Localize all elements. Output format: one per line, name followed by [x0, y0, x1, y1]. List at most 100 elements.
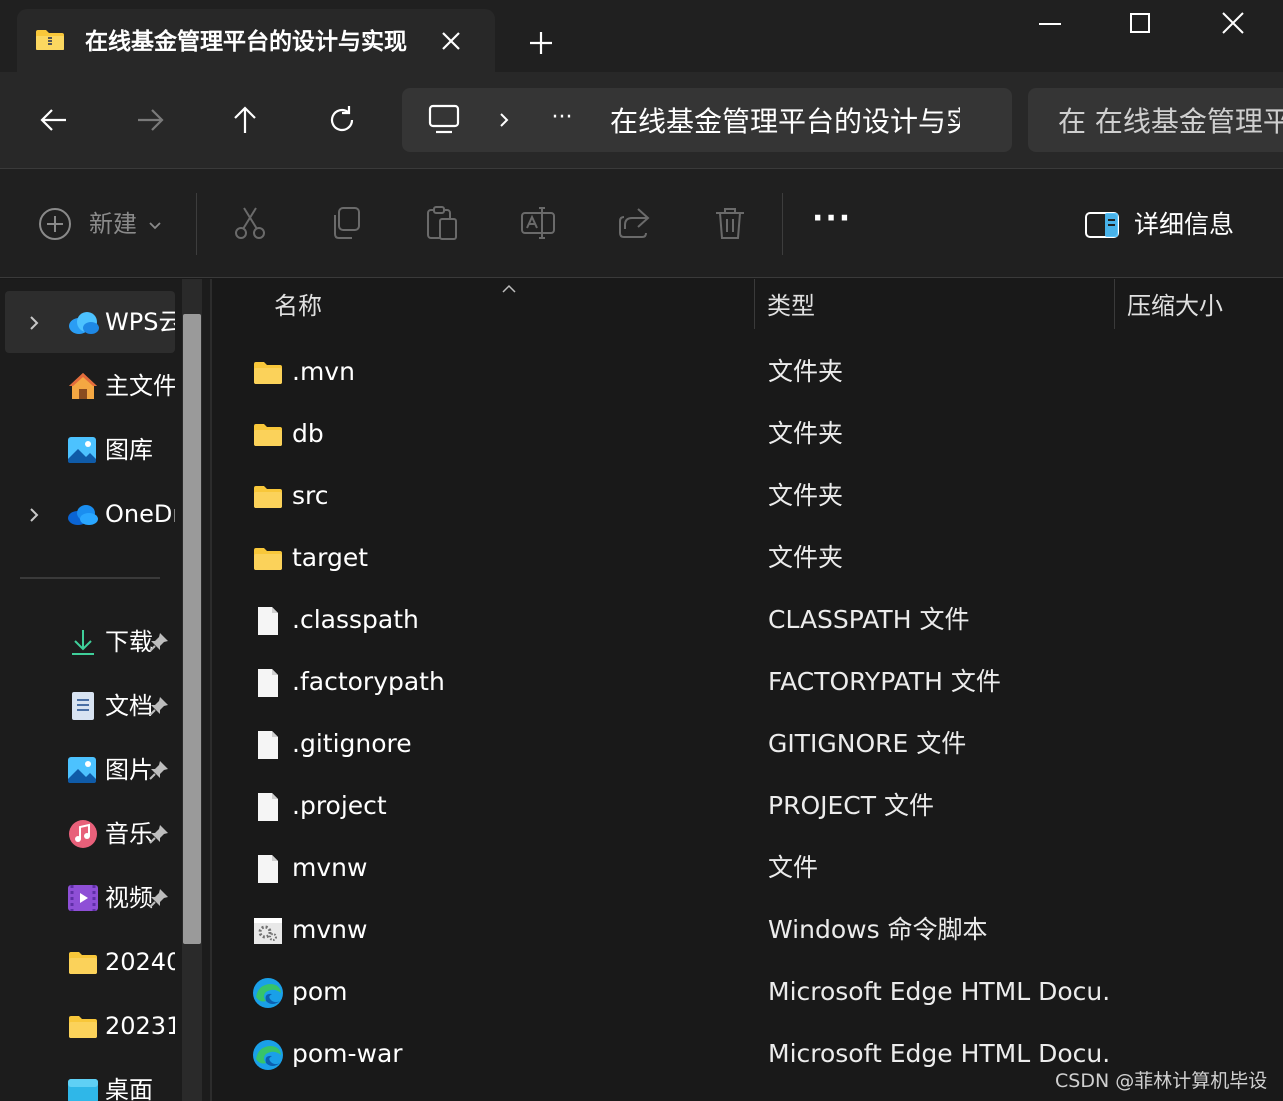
- sidebar-item-home[interactable]: 主文件夹: [5, 355, 175, 417]
- new-tab-button[interactable]: [526, 28, 556, 58]
- music-icon: [67, 819, 99, 849]
- file-row[interactable]: target 文件夹: [238, 529, 1268, 587]
- file-type: 文件夹: [768, 481, 844, 510]
- column-header: 名称 类型 压缩大小: [214, 279, 1283, 335]
- new-button[interactable]: 新建: [38, 205, 168, 243]
- window-close-icon[interactable]: [1218, 8, 1248, 38]
- folder-icon: [252, 419, 284, 451]
- pictures-icon: [67, 755, 99, 785]
- file-name[interactable]: .classpath: [292, 601, 732, 639]
- desktop-icon: [67, 1075, 99, 1101]
- up-arrow-icon[interactable]: [229, 104, 261, 136]
- this-pc-icon[interactable]: [426, 104, 462, 136]
- file-type: Windows 命令脚本: [768, 915, 988, 944]
- navigation-pane: WPS云盘 主文件夹 图库 OneDrive 下载: [0, 279, 212, 1101]
- minimize-icon[interactable]: [1035, 10, 1065, 40]
- file-name[interactable]: .factorypath: [292, 663, 732, 701]
- column-type-header[interactable]: 类型: [767, 287, 815, 325]
- file-row[interactable]: .classpath CLASSPATH 文件: [238, 591, 1268, 649]
- forward-arrow-icon[interactable]: [134, 104, 166, 136]
- file-row[interactable]: .factorypath FACTORYPATH 文件: [238, 653, 1268, 711]
- tab-active[interactable]: 在线基金管理平台的设计与实现: [17, 9, 495, 72]
- sidebar-item-folder-20240[interactable]: 20240: [5, 931, 175, 993]
- back-arrow-icon[interactable]: [38, 104, 70, 136]
- sidebar-item-onedrive[interactable]: OneDrive: [5, 483, 175, 545]
- file-icon: [252, 667, 284, 699]
- pin-icon: [148, 759, 170, 781]
- file-row[interactable]: db 文件夹: [238, 405, 1268, 463]
- sidebar-item-wps-cloud[interactable]: WPS云盘: [5, 291, 175, 353]
- rename-icon[interactable]: [520, 205, 556, 241]
- folder-icon: [67, 1011, 99, 1041]
- delete-icon[interactable]: [712, 205, 748, 241]
- file-type: FACTORYPATH 文件: [768, 667, 1001, 696]
- edge-icon: [252, 1039, 284, 1071]
- gallery-icon: [67, 435, 99, 465]
- column-divider[interactable]: [1114, 279, 1115, 329]
- file-type: PROJECT 文件: [768, 791, 934, 820]
- file-name[interactable]: pom: [292, 973, 732, 1011]
- file-row[interactable]: .project PROJECT 文件: [238, 777, 1268, 835]
- file-row[interactable]: mvnw Windows 命令脚本: [238, 901, 1268, 959]
- file-row[interactable]: pom Microsoft Edge HTML Docu...: [238, 963, 1268, 1021]
- file-name[interactable]: src: [292, 477, 732, 515]
- file-row[interactable]: .mvn 文件夹: [238, 343, 1268, 401]
- cloud-icon: [67, 307, 99, 337]
- sidebar-item-pictures[interactable]: 图片: [5, 739, 175, 801]
- sidebar-item-gallery[interactable]: 图库: [5, 419, 175, 481]
- file-name[interactable]: pom-war: [292, 1035, 732, 1073]
- file-name[interactable]: .project: [292, 787, 732, 825]
- chevron-right-icon[interactable]: [27, 505, 41, 525]
- sidebar-item-music[interactable]: 音乐: [5, 803, 175, 865]
- file-row[interactable]: mvnw 文件: [238, 839, 1268, 897]
- cut-icon[interactable]: [232, 205, 268, 241]
- chevron-right-icon[interactable]: [27, 313, 41, 333]
- sidebar-item-label: 桌面: [105, 1076, 153, 1101]
- column-size-header[interactable]: 压缩大小: [1127, 287, 1223, 325]
- maximize-icon[interactable]: [1125, 8, 1155, 38]
- address-bar[interactable]: ··· 在线基金管理平台的设计与实现: [402, 88, 1012, 152]
- copy-icon[interactable]: [328, 205, 364, 241]
- more-options-button[interactable]: ···: [812, 204, 852, 237]
- folder-icon: [67, 947, 99, 977]
- file-type: 文件: [768, 853, 819, 882]
- file-name[interactable]: target: [292, 539, 732, 577]
- sidebar-item-videos[interactable]: 视频: [5, 867, 175, 929]
- file-name[interactable]: mvnw: [292, 849, 732, 887]
- file-icon: [252, 605, 284, 637]
- column-name-header[interactable]: 名称: [274, 287, 322, 325]
- command-bar: 新建 ··· 详细信息: [0, 168, 1283, 278]
- file-name[interactable]: mvnw: [292, 911, 732, 949]
- file-icon: [252, 791, 284, 823]
- file-name[interactable]: db: [292, 415, 732, 453]
- chevron-right-icon[interactable]: [494, 108, 514, 132]
- folder-zip-icon: [35, 29, 65, 51]
- column-divider[interactable]: [754, 279, 755, 329]
- toolbar-divider: [782, 193, 783, 255]
- file-row[interactable]: .gitignore GITIGNORE 文件: [238, 715, 1268, 773]
- toolbar-divider: [196, 193, 197, 255]
- tab-close-icon[interactable]: [437, 27, 465, 55]
- sidebar-divider: [20, 577, 160, 579]
- sidebar-item-documents[interactable]: 文档: [5, 675, 175, 737]
- file-icon: [252, 729, 284, 761]
- search-box[interactable]: 在 在线基金管理平台的设计与实现 中搜索: [1028, 88, 1283, 152]
- file-name[interactable]: .mvn: [292, 353, 732, 391]
- details-pane-button[interactable]: 详细信息: [1084, 207, 1254, 245]
- file-icon: [252, 853, 284, 885]
- address-path[interactable]: 在线基金管理平台的设计与实现: [610, 102, 960, 142]
- sidebar-item-downloads[interactable]: 下载: [5, 611, 175, 673]
- sidebar-item-folder-20231[interactable]: 20231: [5, 995, 175, 1057]
- sidebar-item-desktop[interactable]: 桌面: [5, 1059, 175, 1101]
- file-name[interactable]: .gitignore: [292, 725, 732, 763]
- search-input[interactable]: 在 在线基金管理平台的设计与实现 中搜索: [1058, 102, 1283, 142]
- share-icon[interactable]: [616, 205, 652, 241]
- details-label: 详细信息: [1134, 210, 1235, 239]
- file-row[interactable]: src 文件夹: [238, 467, 1268, 525]
- refresh-icon[interactable]: [326, 104, 358, 136]
- path-overflow-button[interactable]: ···: [547, 106, 577, 130]
- watermark: CSDN @菲林计算机毕设: [1055, 1070, 1268, 1092]
- home-icon: [67, 371, 99, 401]
- paste-icon[interactable]: [424, 205, 460, 241]
- sidebar-scrollbar-thumb[interactable]: [183, 314, 201, 944]
